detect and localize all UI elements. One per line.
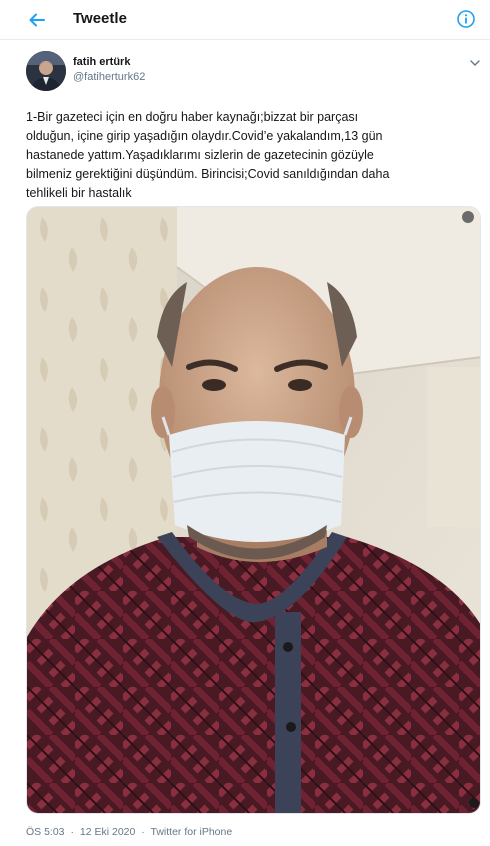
tweet-text-line: tehlikeli bir hastalık <box>26 186 132 200</box>
tweet-author: fatih ertürk @fatiherturk62 <box>26 51 480 93</box>
tweet-source[interactable]: Twitter for iPhone <box>151 826 233 838</box>
back-button[interactable] <box>26 9 48 31</box>
meta-separator: · <box>141 826 145 838</box>
author-name[interactable]: fatih ertürk <box>73 56 130 68</box>
tweet-meta: ÖS 5:03 · 12 Eki 2020 · Twitter for iPho… <box>26 826 232 838</box>
tweet-text-line: 1-Bir gazeteci için en doğru haber kayna… <box>26 110 359 124</box>
info-icon <box>457 10 475 28</box>
arrow-left-icon <box>29 13 45 27</box>
avatar[interactable] <box>26 51 66 91</box>
author-handle[interactable]: @fatiherturk62 <box>73 71 145 83</box>
tweet-text-line: hastanede yattım.Yaşadıklarımı sizlerin … <box>26 148 374 162</box>
tweet-text-line: olduğun, içine girip yaşadığın olaydır.C… <box>26 129 383 143</box>
top-bar: Tweetle <box>0 0 490 40</box>
tweet-menu-button[interactable] <box>468 56 482 70</box>
tweet-photo[interactable] <box>26 206 481 814</box>
tweet-text-line: bilmeniz gerektiğini düşündüm. Birincisi… <box>26 167 390 181</box>
tweet-time[interactable]: ÖS 5:03 <box>26 826 65 838</box>
meta-separator: · <box>70 826 74 838</box>
page-title: Tweetle <box>73 10 127 27</box>
info-button[interactable] <box>456 9 476 29</box>
tweet-text: 1-Bir gazeteci için en doğru haber kayna… <box>26 108 476 203</box>
chevron-down-icon <box>470 60 480 66</box>
tweet-date[interactable]: 12 Eki 2020 <box>80 826 135 838</box>
